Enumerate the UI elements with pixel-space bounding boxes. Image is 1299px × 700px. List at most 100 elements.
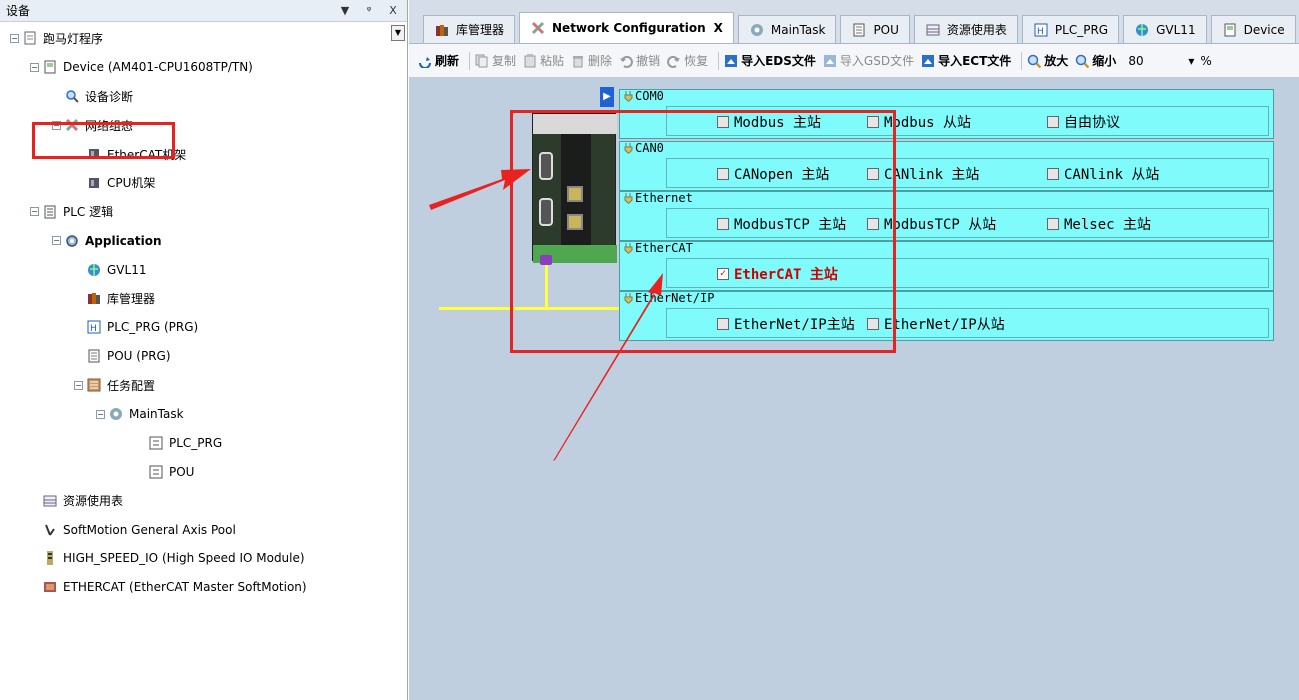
tree-node-label: POU (PRG) [107,349,171,364]
zoom-level-field[interactable]: 80 [1128,54,1168,68]
tab-4[interactable]: 资源使用表 [913,15,1018,43]
tree-node[interactable]: H PLC_PRG (PRG) [0,313,407,342]
tree-node[interactable]: SoftMotion General Axis Pool [0,515,407,544]
axis-icon [42,522,58,538]
redo-icon [666,53,682,69]
tree-node-label: 任务配置 [107,378,156,393]
tab-plc-prg[interactable]: H PLC_PRG [1021,15,1120,43]
undo-label: 撤销 [636,54,661,68]
protocol-option[interactable]: Melsec 主站 [1047,214,1151,234]
zoom-in-button[interactable]: 放大 [1026,52,1068,69]
tab-maintask[interactable]: MainTask [737,15,837,43]
library-icon [434,22,450,38]
protocol-option-label: EtherNet/IP从站 [884,317,1005,333]
checkbox[interactable] [1047,168,1059,180]
toolbar-divider [469,51,471,70]
copy-button[interactable]: 复制 [474,52,516,69]
pou-icon [851,22,867,38]
tree-node[interactable]: GVL11 [0,255,407,284]
tree-node[interactable]: POU [0,457,407,486]
import-ect-button[interactable]: 导入ECT文件 [920,52,1011,69]
close-tab-button[interactable]: X [714,21,723,35]
refresh-icon [417,53,433,69]
tree-node[interactable]: − Device (AM401-CPU1608TP/TN) [0,53,407,82]
redo-label: 恢复 [684,54,709,68]
tree-expander-icon[interactable]: − [10,33,19,43]
tab-network-configuration[interactable]: Network Configuration X [519,12,734,43]
panel-menu-button[interactable]: ▼ [337,4,353,17]
tree-node-label: MainTask [129,407,184,422]
device-panel-header: 设备 ▼ ᵠ X [0,0,407,22]
tree-node[interactable]: − Application [0,226,407,255]
redo-button[interactable]: 恢复 [666,52,708,69]
tab-gvl11[interactable]: GVL11 [1123,15,1207,43]
tree-node-label: PLC 逻辑 [63,205,114,220]
zoom-in-label: 放大 [1044,54,1069,68]
tree-expander-icon[interactable]: − [52,236,61,246]
protocol-option-label: Modbus 从站 [884,115,972,131]
tree-node[interactable]: − MainTask [0,400,407,429]
tree-node-label: Application [85,233,162,248]
expand-arrow-icon[interactable]: ▶ [600,87,614,107]
protocol-option-label: ModbusTCP 从站 [884,217,997,233]
protocol-option[interactable]: CANlink 从站 [1047,164,1159,184]
tree-node[interactable]: CPU机架 [0,168,407,197]
tree-expander-icon[interactable]: − [74,380,83,390]
tree-node-label: 跑马灯程序 [43,31,104,46]
tab-device[interactable]: Device [1210,15,1296,43]
tree-node[interactable]: 设备诊断 [0,82,407,111]
annotation-box [32,122,175,159]
tree-node[interactable]: 资源使用表 [0,486,407,515]
zoom-out-icon [1074,53,1090,69]
zoom-in-icon [1026,53,1042,69]
protocol-group-name: COM0 [635,89,664,103]
tab-label: GVL11 [1156,22,1196,37]
tree-node[interactable]: POU (PRG) [0,342,407,371]
checkbox[interactable] [1047,116,1059,128]
tree-expander-icon[interactable]: − [30,207,39,217]
annotation-box [510,110,896,353]
delete-button[interactable]: 删除 [570,52,612,69]
pin-button[interactable]: ᵠ [361,4,377,17]
zoom-dropdown-caret[interactable]: ▾ [1188,54,1194,68]
toolbar-divider [1021,51,1023,70]
io-module-icon [42,550,58,566]
tree-node[interactable]: 库管理器 [0,284,407,313]
tree-node[interactable]: − 任务配置 [0,371,407,400]
tab-0[interactable]: 库管理器 [423,15,516,43]
zoom-unit-label: % [1200,53,1212,68]
import-eds-button[interactable]: 导入EDS文件 [723,52,816,69]
tree-node-label: 设备诊断 [85,89,134,104]
task-config-icon [86,377,102,393]
tree-node[interactable]: ETHERCAT (EtherCAT Master SoftMotion) [0,573,407,602]
tree-node[interactable]: PLC_PRG [0,428,407,457]
project-icon [22,30,38,46]
program-icon: H [1033,22,1049,38]
checkbox[interactable] [1047,218,1059,230]
network-config-icon [530,20,546,36]
protocol-option[interactable]: 自由协议 [1047,112,1120,132]
globe-icon [86,262,102,278]
delete-icon [570,53,586,69]
device-panel: 设备 ▼ ᵠ X − 跑马灯程序 − Device (AM401-CPU1608TP/… [0,0,408,700]
tree-dropdown-button[interactable]: ▼ [391,25,405,41]
program-icon: H [86,319,102,335]
tab-pou[interactable]: POU [840,15,910,43]
refresh-label: 刷新 [435,54,460,68]
tree-node-label: PLC_PRG (PRG) [107,320,199,335]
tree-expander-icon[interactable]: − [30,62,39,72]
svg-text:H: H [90,324,97,334]
close-panel-button[interactable]: X [385,4,401,17]
zoom-out-button[interactable]: 缩小 [1074,52,1116,69]
tab-label: POU [873,22,899,37]
task-icon [108,406,124,422]
delete-label: 删除 [588,54,613,68]
import-gsd-button[interactable]: 导入GSD文件 [822,52,914,69]
tree-expander-icon[interactable]: − [96,409,105,419]
tree-node[interactable]: HIGH_SPEED_IO (High Speed IO Module) [0,544,407,573]
tree-node[interactable]: − PLC 逻辑 [0,197,407,226]
paste-button[interactable]: 粘贴 [522,52,564,69]
undo-button[interactable]: 撤销 [618,52,660,69]
tree-node[interactable]: − 跑马灯程序 [0,24,407,53]
refresh-button[interactable]: 刷新 [417,52,459,69]
